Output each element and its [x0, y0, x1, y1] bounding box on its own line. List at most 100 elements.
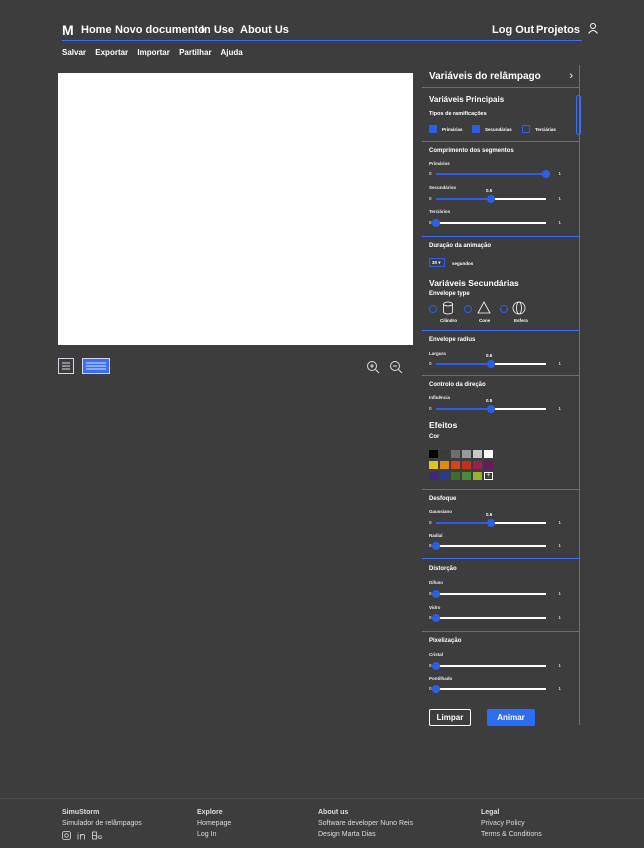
slider-radial-blur[interactable]: 01 [429, 542, 561, 550]
logo[interactable]: M [62, 22, 74, 38]
wide-view-button[interactable] [82, 358, 110, 374]
user-icon[interactable] [587, 22, 599, 37]
slider-dotted-pixel[interactable]: 01 [429, 685, 561, 693]
slider-max: 1 [558, 220, 561, 225]
cylinder-icon [443, 301, 453, 315]
linkedin-icon[interactable] [77, 832, 86, 842]
slider-fill [436, 522, 491, 524]
menu-import[interactable]: Importar [137, 48, 169, 57]
color-swatch[interactable] [440, 450, 449, 458]
color-swatch[interactable] [484, 461, 493, 469]
slider-knob[interactable] [487, 519, 495, 527]
slider-max: 1 [558, 686, 561, 691]
color-swatch[interactable] [462, 450, 471, 458]
footer-link-privacy[interactable]: Privacy Policy [481, 820, 542, 827]
divider [422, 558, 580, 559]
list-icon [62, 362, 70, 370]
footer-link-homepage[interactable]: Homepage [197, 820, 231, 827]
social-icons [62, 831, 142, 842]
divider [422, 236, 580, 237]
color-swatch[interactable] [462, 472, 471, 480]
slider-knob[interactable] [432, 219, 440, 227]
slider-glass-distortion[interactable]: 01 [429, 614, 561, 622]
checkbox-tertiary[interactable] [522, 125, 530, 133]
nav-link-new-document[interactable]: Novo documento [115, 24, 205, 36]
instagram-icon[interactable] [62, 831, 71, 842]
nav-link-home[interactable]: Home [81, 24, 112, 36]
slider-knob[interactable] [432, 685, 440, 693]
slider-tertiary-segment[interactable]: 01 [429, 219, 561, 227]
slider-fill [436, 198, 491, 200]
color-swatch[interactable] [473, 461, 482, 469]
color-swatch[interactable] [473, 472, 482, 480]
slider-label: Vidro [429, 605, 441, 610]
slider-crystal-pixel[interactable]: 01 [429, 662, 561, 670]
slider-max: 1 [558, 361, 561, 366]
nav-link-in-use[interactable]: In Use [201, 24, 234, 36]
slider-secondary-segment[interactable]: 0 1 0.5 [429, 188, 561, 203]
slider-max: 1 [558, 406, 561, 411]
checkbox-primary[interactable] [429, 125, 437, 133]
projects-link[interactable]: Projetos [536, 24, 580, 36]
pixelization-title: Pixelização [429, 638, 462, 644]
color-swatch[interactable] [451, 461, 460, 469]
drawing-canvas[interactable] [58, 73, 413, 345]
menu-share[interactable]: Partilhar [179, 48, 211, 57]
slider-knob[interactable] [487, 405, 495, 413]
zoom-out-icon[interactable] [389, 360, 403, 377]
footer-col-about: About us Software developer Nuno Reis De… [318, 809, 413, 842]
slider-track [436, 688, 546, 690]
color-swatch[interactable] [451, 450, 460, 458]
menu-help[interactable]: Ajuda [221, 48, 243, 57]
add-color-button[interactable]: + [484, 472, 493, 480]
chevron-right-icon[interactable]: › [569, 70, 573, 82]
color-swatch[interactable] [473, 450, 482, 458]
slider-knob[interactable] [487, 360, 495, 368]
footer-link-terms[interactable]: Terms & Conditions [481, 831, 542, 838]
slider-primary-segment[interactable]: 01 [429, 170, 561, 178]
list-view-button[interactable] [58, 358, 74, 374]
logout-link[interactable]: Log Out [492, 24, 534, 36]
radio-sphere[interactable] [500, 305, 508, 313]
color-swatch[interactable] [440, 472, 449, 480]
behance-icon[interactable] [92, 831, 103, 842]
menu-export[interactable]: Exportar [95, 48, 128, 57]
menu-save[interactable]: Salvar [62, 48, 86, 57]
slider-diffuse-distortion[interactable]: 01 [429, 590, 561, 598]
color-swatch[interactable] [462, 461, 471, 469]
nav-link-about-us[interactable]: About Us [240, 24, 289, 36]
clear-button[interactable]: Limpar [429, 709, 471, 726]
color-swatch[interactable] [429, 450, 438, 458]
duration-select[interactable]: 30 ▾ [429, 258, 445, 267]
color-swatch[interactable] [440, 461, 449, 469]
slider-gaussian-blur[interactable]: 0 1 0.5 [429, 512, 561, 527]
slider-track [436, 545, 546, 547]
radio-cylinder[interactable] [429, 305, 437, 313]
footer-text: Simulador de relâmpagos [62, 820, 142, 827]
slider-value: 0.5 [486, 188, 493, 193]
color-swatch[interactable] [451, 472, 460, 480]
slider-knob[interactable] [432, 590, 440, 598]
slider-knob[interactable] [542, 170, 550, 178]
animate-button[interactable]: Animar [487, 709, 535, 726]
radio-cone[interactable] [464, 305, 472, 313]
slider-knob[interactable] [432, 614, 440, 622]
slider-knob[interactable] [432, 542, 440, 550]
divider [422, 631, 580, 632]
slider-direction-influence[interactable]: 0 1 0.5 [429, 398, 561, 413]
slider-max: 1 [558, 196, 561, 201]
zoom-in-icon[interactable] [366, 360, 380, 377]
footer-col-legal: Legal Privacy Policy Terms & Conditions [481, 809, 542, 842]
slider-knob[interactable] [487, 195, 495, 203]
panel-scrollbar[interactable] [576, 95, 581, 135]
slider-track [491, 408, 546, 410]
color-swatch[interactable] [429, 472, 438, 480]
checkbox-secondary[interactable] [472, 125, 480, 133]
color-swatch[interactable] [429, 461, 438, 469]
panel-title: Variáveis do relâmpago [429, 71, 541, 82]
slider-envelope-width[interactable]: 0 1 0.5 [429, 353, 561, 368]
footer-link-login[interactable]: Log In [197, 831, 231, 838]
slider-knob[interactable] [432, 662, 440, 670]
color-swatch[interactable] [484, 450, 493, 458]
footer-text: Software developer Nuno Reis [318, 820, 413, 827]
